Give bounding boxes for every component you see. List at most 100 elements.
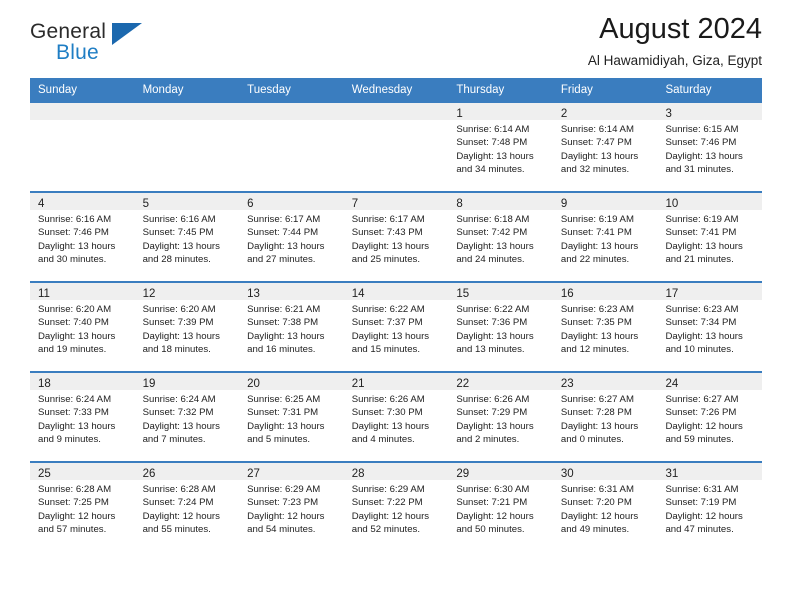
- day-details: Sunrise: 6:27 AM Sunset: 7:26 PM Daylight:…: [657, 390, 762, 447]
- calendar-day-cell[interactable]: 20 Sunrise: 6:25 AM Sunset: 7:31 PM Dayligh…: [239, 373, 344, 461]
- day-detail-line: Sunrise: 6:24 AM: [38, 394, 112, 405]
- calendar-day-cell[interactable]: 12 Sunrise: 6:20 AM Sunset: 7:39 PM Dayligh…: [134, 283, 240, 371]
- calendar-day-cell[interactable]: 6 Sunrise: 6:17 AM Sunset: 7:44 PM Daylight…: [239, 193, 344, 281]
- day-detail-line: Sunset: 7:37 PM: [351, 317, 423, 329]
- calendar-day-cell[interactable]: 22 Sunrise: 6:26 AM Sunset: 7:29 PM Dayligh…: [448, 373, 553, 461]
- day-details: Sunrise: 6:20 AM Sunset: 7:39 PM Daylight:…: [135, 300, 240, 357]
- day-detail-line: Daylight: 13 hours: [247, 240, 325, 252]
- calendar-week-row: 18 Sunrise: 6:24 AM Sunset: 7:33 PM Dayligh…: [30, 371, 763, 461]
- calendar-day-cell[interactable]: 13 Sunrise: 6:21 AM Sunset: 7:38 PM Dayligh…: [239, 283, 344, 371]
- triangle-icon: [112, 23, 142, 45]
- day-number-band: [343, 103, 449, 120]
- calendar-day-cell[interactable]: 27 Sunrise: 6:29 AM Sunset: 7:23 PM Dayligh…: [239, 463, 344, 551]
- calendar-day-cell[interactable]: 11 Sunrise: 6:20 AM Sunset: 7:40 PM Dayligh…: [30, 283, 135, 371]
- calendar-day-cell[interactable]: 8 Sunrise: 6:18 AM Sunset: 7:42 PM Daylight…: [448, 193, 553, 281]
- calendar-day-cell[interactable]: 1 Sunrise: 6:14 AM Sunset: 7:48 PM Daylight…: [448, 103, 553, 191]
- day-detail-line: Sunset: 7:41 PM: [560, 227, 632, 239]
- calendar-day-cell[interactable]: 31 Sunrise: 6:31 AM Sunset: 7:19 PM Dayligh…: [657, 463, 763, 551]
- day-detail-line: Sunrise: 6:24 AM: [142, 394, 216, 405]
- calendar-day-cell-empty: [343, 103, 449, 191]
- day-number-band: [239, 103, 344, 120]
- calendar-week-row: 1 Sunrise: 6:14 AM Sunset: 7:48 PM Daylight…: [30, 103, 763, 191]
- calendar-day-cell[interactable]: 4 Sunrise: 6:16 AM Sunset: 7:46 PM Daylight…: [30, 193, 135, 281]
- day-number: 14: [351, 288, 365, 300]
- day-detail-line: and 16 minutes.: [247, 344, 316, 356]
- day-detail-line: Sunrise: 6:31 AM: [560, 484, 634, 495]
- day-detail-line: Sunset: 7:20 PM: [560, 497, 632, 509]
- day-detail-line: and 32 minutes.: [560, 164, 630, 176]
- day-detail-line: and 47 minutes.: [665, 524, 734, 536]
- day-details: Sunrise: 6:24 AM Sunset: 7:32 PM Daylight:…: [135, 390, 240, 447]
- day-number: 5: [142, 198, 149, 210]
- calendar-day-cell[interactable]: 29 Sunrise: 6:30 AM Sunset: 7:21 PM Dayligh…: [448, 463, 553, 551]
- calendar-day-cell[interactable]: 16 Sunrise: 6:23 AM Sunset: 7:35 PM Dayligh…: [552, 283, 658, 371]
- weekday-header-tuesday: Tuesday: [247, 84, 291, 96]
- calendar-day-cell[interactable]: 17 Sunrise: 6:23 AM Sunset: 7:34 PM Dayligh…: [657, 283, 763, 371]
- day-number-band: 15: [448, 283, 553, 300]
- day-detail-line: and 52 minutes.: [351, 524, 421, 536]
- day-detail-line: Sunset: 7:22 PM: [351, 497, 423, 509]
- page-subtitle: Al Hawamidiyah, Giza, Egypt: [587, 53, 762, 68]
- day-detail-line: Sunrise: 6:19 AM: [560, 214, 634, 225]
- day-detail-line: Sunset: 7:39 PM: [142, 317, 214, 329]
- calendar-day-cell[interactable]: 10 Sunrise: 6:19 AM Sunset: 7:41 PM Dayligh…: [657, 193, 763, 281]
- day-detail-line: and 22 minutes.: [560, 254, 630, 266]
- day-detail-line: Sunrise: 6:19 AM: [665, 214, 739, 225]
- day-detail-line: Sunrise: 6:16 AM: [38, 214, 112, 225]
- day-detail-line: Sunrise: 6:26 AM: [351, 394, 425, 405]
- day-detail-line: and 31 minutes.: [665, 164, 734, 176]
- day-detail-line: Sunrise: 6:18 AM: [456, 214, 530, 225]
- day-detail-line: and 7 minutes.: [142, 434, 206, 446]
- calendar-day-cell[interactable]: 25 Sunrise: 6:28 AM Sunset: 7:25 PM Dayligh…: [30, 463, 135, 551]
- calendar-day-cell[interactable]: 21 Sunrise: 6:26 AM Sunset: 7:30 PM Dayligh…: [343, 373, 449, 461]
- day-detail-line: Sunrise: 6:16 AM: [142, 214, 216, 225]
- calendar-day-cell[interactable]: 3 Sunrise: 6:15 AM Sunset: 7:46 PM Daylight…: [657, 103, 763, 191]
- day-number: 10: [665, 198, 679, 210]
- day-details: Sunrise: 6:25 AM Sunset: 7:31 PM Daylight:…: [239, 390, 344, 447]
- weekday-header-monday: Monday: [142, 84, 184, 96]
- calendar-day-cell[interactable]: 15 Sunrise: 6:22 AM Sunset: 7:36 PM Dayligh…: [448, 283, 553, 371]
- day-details: Sunrise: 6:28 AM Sunset: 7:25 PM Daylight:…: [30, 480, 135, 537]
- day-detail-line: Daylight: 13 hours: [456, 240, 534, 252]
- calendar-day-cell[interactable]: 30 Sunrise: 6:31 AM Sunset: 7:20 PM Dayligh…: [552, 463, 658, 551]
- day-detail-line: Sunrise: 6:26 AM: [456, 394, 530, 405]
- day-detail-line: Daylight: 12 hours: [456, 510, 534, 522]
- calendar-day-cell[interactable]: 18 Sunrise: 6:24 AM Sunset: 7:33 PM Dayligh…: [30, 373, 135, 461]
- day-number-band: 5: [134, 193, 240, 210]
- calendar-day-cell[interactable]: 5 Sunrise: 6:16 AM Sunset: 7:45 PM Daylight…: [134, 193, 240, 281]
- day-detail-line: and 24 minutes.: [456, 254, 525, 266]
- day-detail-line: and 55 minutes.: [142, 524, 211, 536]
- day-number: 12: [142, 288, 156, 300]
- day-detail-line: Daylight: 12 hours: [142, 510, 220, 522]
- calendar-day-cell[interactable]: 14 Sunrise: 6:22 AM Sunset: 7:37 PM Dayligh…: [343, 283, 449, 371]
- calendar-day-cell[interactable]: 19 Sunrise: 6:24 AM Sunset: 7:32 PM Dayligh…: [134, 373, 240, 461]
- day-number-band: 24: [657, 373, 763, 390]
- calendar-day-cell[interactable]: 26 Sunrise: 6:28 AM Sunset: 7:24 PM Dayligh…: [134, 463, 240, 551]
- calendar-day-cell[interactable]: 9 Sunrise: 6:19 AM Sunset: 7:41 PM Daylight…: [552, 193, 658, 281]
- day-number-band: [134, 103, 240, 120]
- calendar-day-cell[interactable]: 2 Sunrise: 6:14 AM Sunset: 7:47 PM Daylight…: [552, 103, 658, 191]
- day-detail-line: Sunset: 7:38 PM: [247, 317, 319, 329]
- day-number-band: 29: [448, 463, 553, 480]
- brand-logo[interactable]: General Blue: [30, 21, 230, 71]
- calendar-day-cell[interactable]: 28 Sunrise: 6:29 AM Sunset: 7:22 PM Dayligh…: [343, 463, 449, 551]
- day-details: Sunrise: 6:14 AM Sunset: 7:47 PM Daylight:…: [553, 120, 658, 177]
- day-detail-line: Sunset: 7:40 PM: [38, 317, 109, 329]
- brand-name-bottom: Blue: [56, 41, 99, 64]
- calendar-day-cell[interactable]: 24 Sunrise: 6:27 AM Sunset: 7:26 PM Dayligh…: [657, 373, 763, 461]
- day-detail-line: Daylight: 13 hours: [38, 330, 116, 342]
- day-detail-line: Sunset: 7:25 PM: [38, 497, 109, 509]
- day-details: Sunrise: 6:23 AM Sunset: 7:34 PM Daylight:…: [657, 300, 762, 357]
- day-detail-line: and 13 minutes.: [456, 344, 525, 356]
- day-details: Sunrise: 6:16 AM Sunset: 7:45 PM Daylight:…: [135, 210, 240, 267]
- calendar-day-cell[interactable]: 23 Sunrise: 6:27 AM Sunset: 7:28 PM Dayligh…: [552, 373, 658, 461]
- day-number: 15: [456, 288, 470, 300]
- day-detail-line: Sunset: 7:41 PM: [665, 227, 737, 239]
- calendar-day-cell[interactable]: 7 Sunrise: 6:17 AM Sunset: 7:43 PM Daylight…: [343, 193, 449, 281]
- day-details: [344, 120, 449, 123]
- calendar-day-cell-empty: [239, 103, 344, 191]
- day-number: 24: [665, 378, 679, 390]
- day-detail-line: Sunset: 7:24 PM: [142, 497, 214, 509]
- day-detail-line: Sunrise: 6:28 AM: [38, 484, 112, 495]
- day-details: Sunrise: 6:14 AM Sunset: 7:48 PM Daylight:…: [448, 120, 553, 177]
